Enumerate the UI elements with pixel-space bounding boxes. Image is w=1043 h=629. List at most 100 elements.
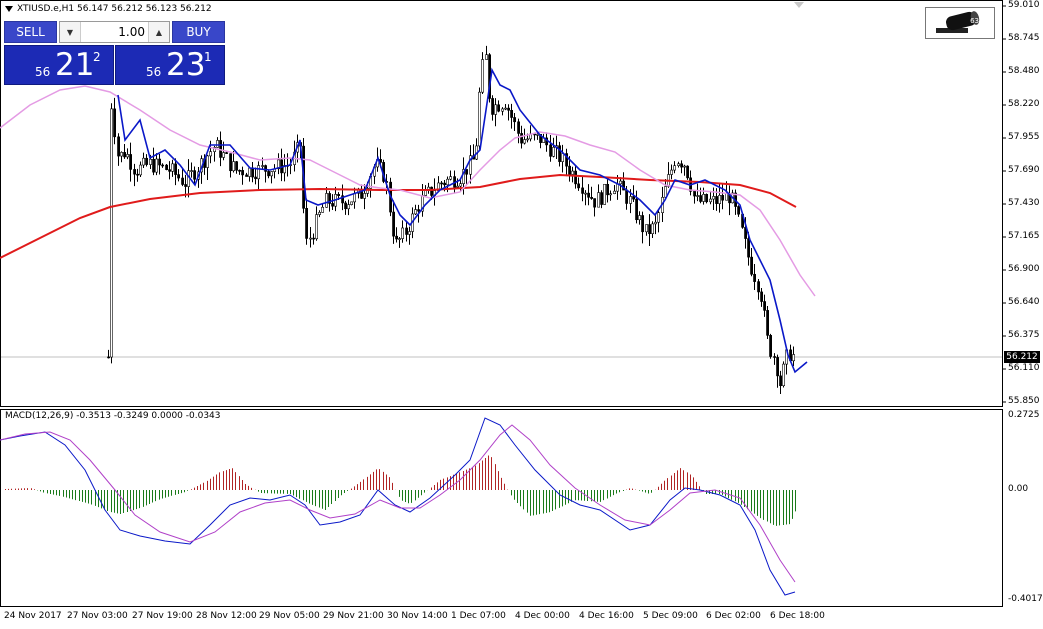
candle-body (571, 170, 575, 175)
candle-body (225, 152, 229, 154)
candle-body (171, 163, 175, 172)
candle-body (757, 281, 761, 293)
time-axis-label: 27 Nov 19:00 (132, 611, 193, 621)
candle-body (446, 178, 450, 186)
lot-input[interactable]: 1.00 (80, 22, 149, 42)
buy-price-box[interactable]: 56 23 1 (115, 45, 225, 85)
buy-button[interactable]: BUY (172, 21, 225, 43)
price-axis-label: 56.110 (1008, 363, 1040, 373)
candle-body (584, 192, 588, 195)
candle-body (597, 192, 601, 208)
candle-body (405, 227, 409, 235)
candle-body (747, 238, 751, 258)
candle-body (238, 169, 242, 172)
candle-body (107, 356, 111, 359)
candle-body (216, 140, 220, 148)
price-axis-label: 55.850 (1008, 396, 1040, 406)
candle-body (763, 301, 767, 311)
candle-body (760, 291, 764, 302)
candle-body (465, 169, 469, 175)
time-axis-label: 4 Dec 00:00 (515, 611, 570, 621)
macd-axis-label: 0.2725 (1008, 410, 1040, 420)
candle-body (152, 158, 156, 173)
candle-body (133, 169, 137, 175)
sell-price-prefix: 56 (35, 65, 51, 79)
candle-body (315, 214, 319, 240)
lot-size-stepper[interactable]: ▼ 1.00 ▲ (59, 21, 170, 43)
candle-body (609, 193, 613, 196)
candle-body (312, 237, 316, 240)
sell-button[interactable]: SELL (4, 21, 57, 43)
price-axis-label: 58.480 (1008, 66, 1040, 76)
candle-body (709, 198, 713, 203)
candle-body (123, 152, 127, 158)
candle-body (699, 195, 703, 202)
chart-canvas[interactable] (0, 0, 1043, 629)
candle-body (177, 174, 181, 179)
lot-increase-button[interactable]: ▲ (148, 22, 169, 42)
frames (0, 0, 1003, 607)
dropdown-arrow-icon[interactable] (5, 5, 13, 12)
candle-body (305, 207, 309, 239)
candle-body (721, 195, 725, 201)
candle-body (120, 152, 124, 157)
price-axis-label: 57.430 (1008, 198, 1040, 208)
time-axis-label: 29 Nov 05:00 (259, 611, 320, 621)
oil-barrel-icon (936, 11, 980, 33)
candle-body (725, 193, 729, 201)
candle-body (440, 182, 444, 185)
current-price-tag: 56.212 (1004, 351, 1040, 363)
candle-body (769, 335, 773, 357)
ma-fast-line (117, 67, 808, 374)
candle-body (625, 189, 629, 204)
candle-body (113, 108, 117, 138)
candle-body (353, 193, 357, 203)
candle-body (673, 165, 677, 171)
candle-body (523, 139, 527, 144)
candle-body (350, 201, 354, 205)
candle-body (251, 167, 255, 178)
candle-body (657, 212, 661, 223)
price-axis-label: 56.375 (1008, 330, 1040, 340)
candle-body (257, 165, 261, 180)
candle-body (776, 357, 780, 377)
candle-body (773, 356, 777, 358)
symbol-info: XTIUSD.e,H1 56.147 56.212 56.123 56.212 (17, 4, 212, 14)
price-axis-label: 56.640 (1008, 297, 1040, 307)
candle-body (712, 196, 716, 200)
candle-body (347, 204, 351, 210)
candle-body (392, 211, 396, 237)
candle-body (513, 117, 517, 123)
candle-body (117, 136, 121, 157)
lot-decrease-button[interactable]: ▼ (60, 22, 81, 42)
candle-body (613, 190, 617, 195)
candle-body (193, 170, 197, 180)
candle-body (606, 183, 610, 196)
candle-body (590, 196, 594, 199)
price-axis-label: 58.745 (1008, 33, 1040, 43)
candle-body (497, 104, 501, 112)
candle-body (139, 164, 143, 176)
candle-body (654, 221, 658, 225)
candle-body (677, 163, 681, 166)
time-axis-label: 5 Dec 09:00 (643, 611, 698, 621)
candle-body (504, 107, 508, 110)
macd-axis-label: -0.4017 (1008, 594, 1043, 604)
candle-body (552, 147, 556, 157)
candle-body (229, 153, 233, 172)
sell-price-box[interactable]: 56 21 2 (4, 45, 114, 85)
candle-body (715, 196, 719, 204)
candle-body (648, 224, 652, 234)
candle-body (241, 170, 245, 176)
candle-body (222, 152, 226, 158)
candle-body (481, 59, 485, 93)
candle-body (190, 170, 194, 172)
candle-body (398, 238, 402, 240)
candle-body (318, 212, 322, 215)
candle-body (254, 176, 258, 180)
candle-body (184, 184, 188, 187)
candle-body (181, 177, 185, 185)
candle-body (395, 235, 399, 240)
candle-body (683, 165, 687, 168)
candle-body (155, 158, 159, 173)
